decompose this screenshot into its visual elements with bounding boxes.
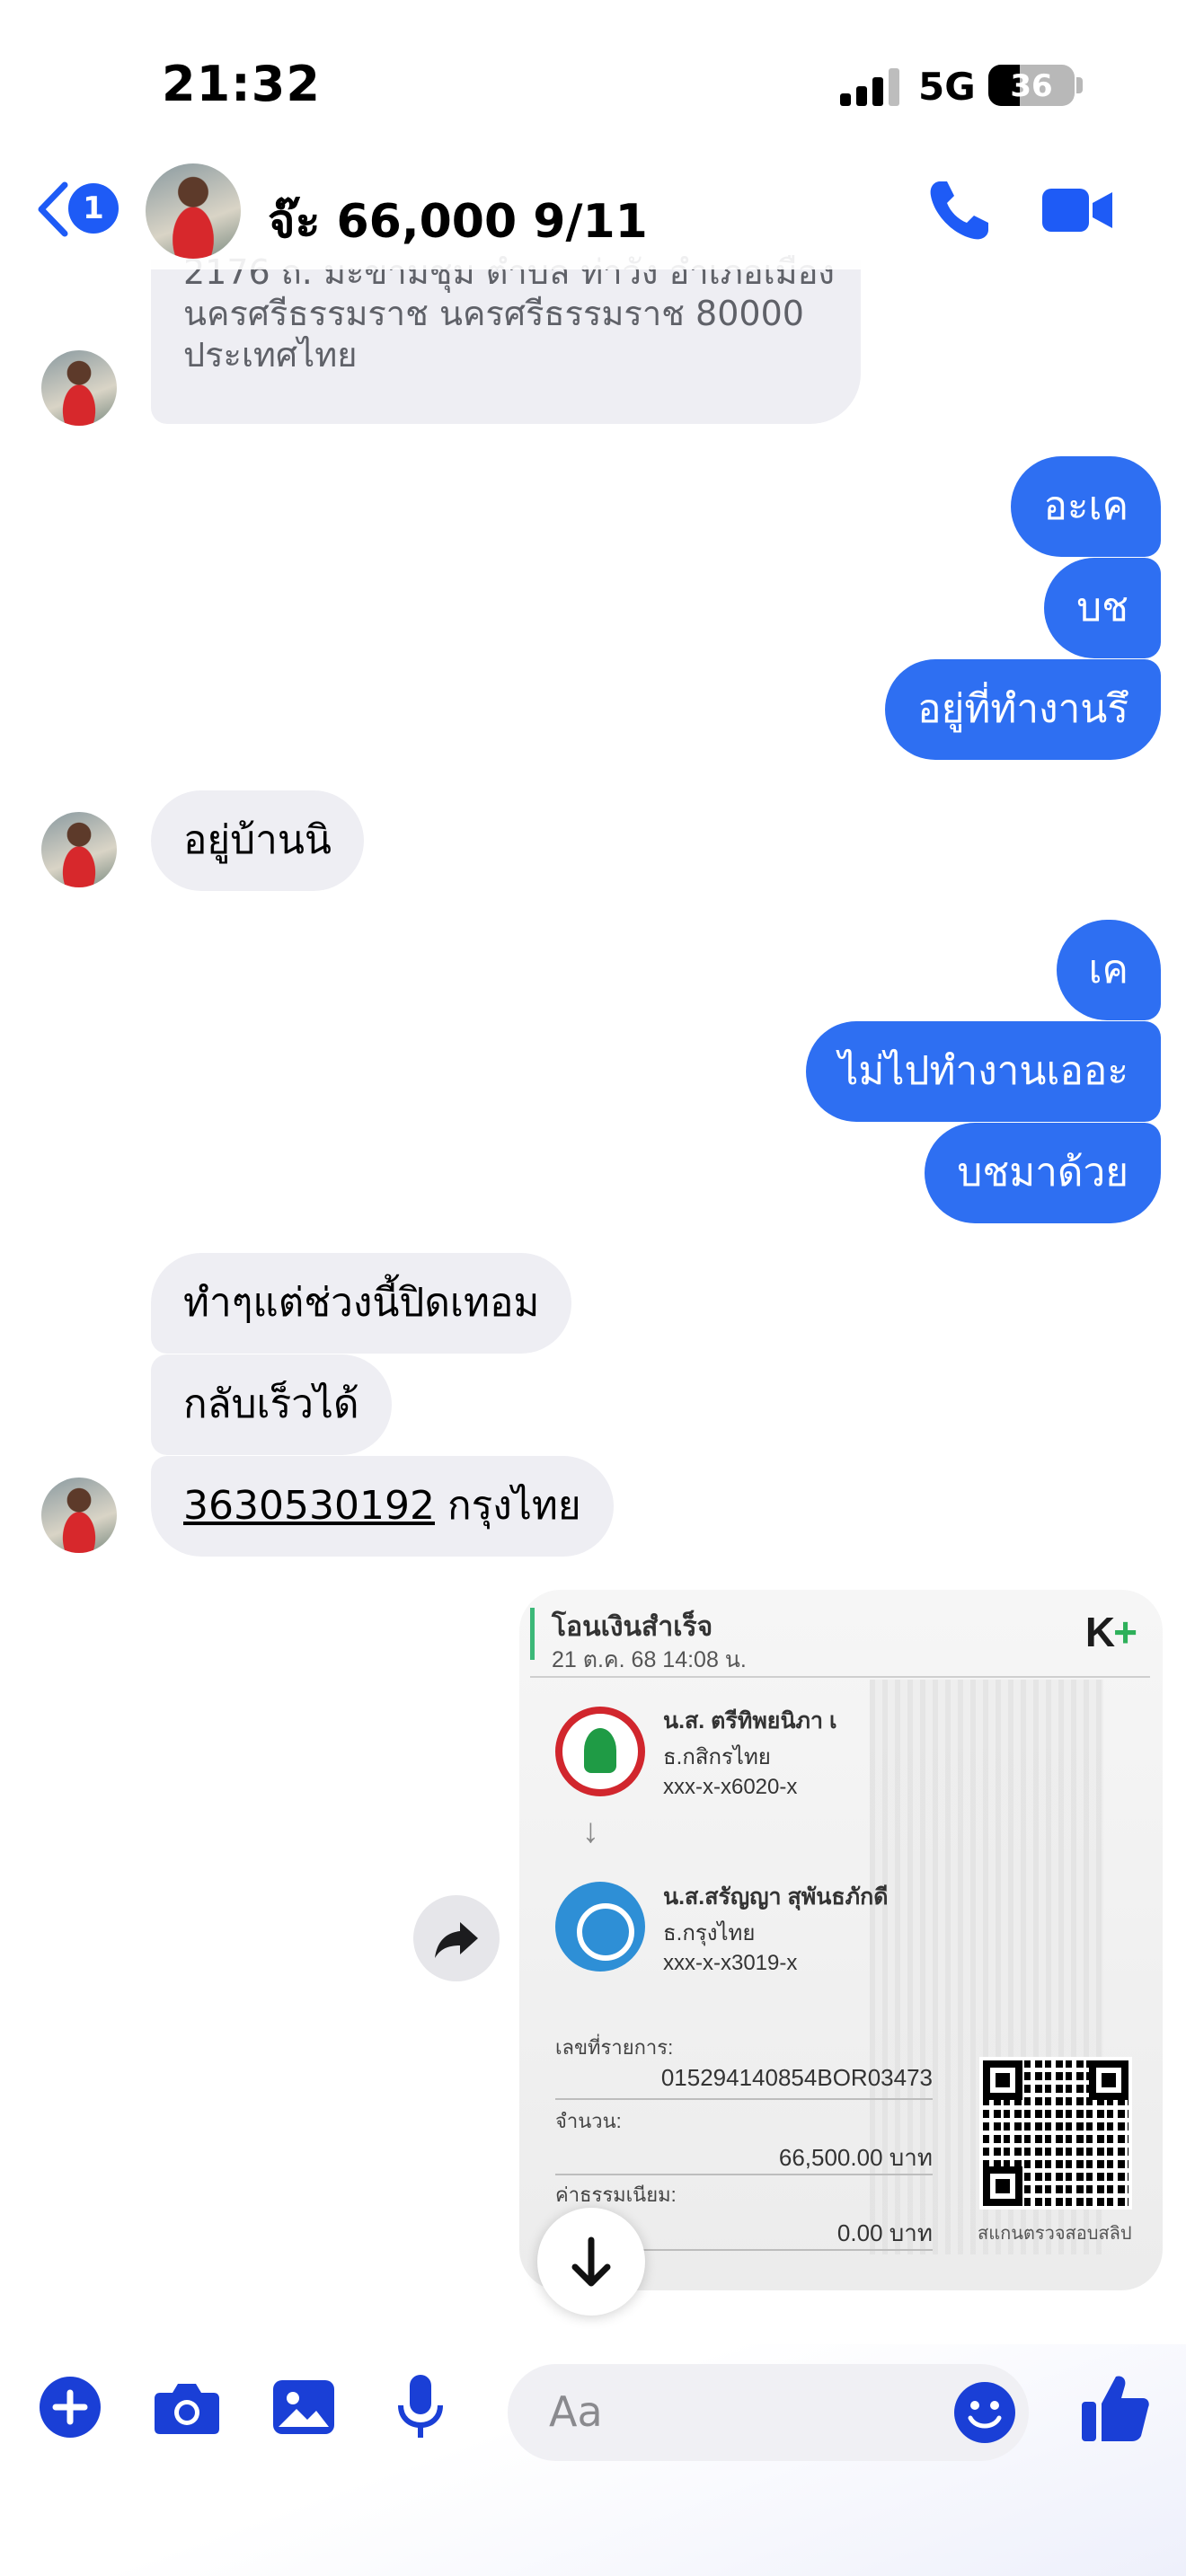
photo-gallery-icon[interactable] — [268, 2371, 340, 2443]
battery-cap — [1076, 77, 1083, 93]
arrow-down-icon: ↓ — [582, 1813, 599, 1850]
sender-account: xxx-x-x6020-x — [663, 1775, 798, 1799]
header-avatar[interactable] — [146, 163, 241, 259]
sender-name: น.ส. ตรีทิพยนิภา เ — [663, 1708, 837, 1734]
status-time: 21:32 — [162, 56, 321, 112]
incoming-message[interactable]: ทำๆแต่ช่วงนี้ปิดเทอม — [151, 1253, 572, 1354]
share-arrow-icon — [435, 1922, 478, 1958]
phone-call-icon[interactable] — [925, 176, 994, 244]
camera-icon[interactable] — [151, 2371, 223, 2443]
microphone-icon[interactable] — [385, 2371, 456, 2443]
slip-title-accent — [530, 1608, 535, 1660]
receiver-name: น.ส.สรัญญา สุพันธภักดี — [663, 1884, 889, 1910]
emoji-icon[interactable] — [951, 2378, 1019, 2447]
conversation-title[interactable]: จ๊ะ 66,000 9/11 — [268, 183, 648, 258]
slip-rule — [555, 2098, 933, 2100]
video-call-icon[interactable] — [1042, 185, 1114, 235]
back-chevron-icon[interactable] — [32, 180, 72, 239]
account-number-link[interactable]: 3630530192 — [183, 1483, 435, 1529]
amount-value: 66,500.00 บาท — [778, 2144, 933, 2171]
incoming-message[interactable]: กลับเร็วได้ — [151, 1354, 392, 1455]
reference-value: 015294140854BOR03473 — [660, 2064, 933, 2091]
address-line: นครศรีธรรมราช นครศรีธรรมราช 80000 — [183, 294, 804, 333]
slip-rule — [555, 2174, 933, 2175]
battery-level: 36 — [1010, 68, 1053, 104]
network-label: 5G — [918, 65, 976, 109]
sender-bank: ธ.กสิกรไทย — [663, 1745, 771, 1769]
kplus-logo: K+ — [1084, 1609, 1137, 1655]
contact-avatar[interactable] — [41, 812, 117, 887]
incoming-message[interactable]: อยู่บ้านนิ — [151, 790, 364, 891]
bank-name: กรุงไทย — [434, 1483, 581, 1529]
outgoing-message[interactable]: บช — [1044, 558, 1161, 658]
receiver-account: xxx-x-x3019-x — [663, 1951, 798, 1975]
outgoing-message[interactable]: อยู่ที่ทำงานรึ — [885, 659, 1161, 760]
incoming-message-address[interactable]: 2176 ถ. มะขามชุม ตำบล ท่าวัง อำเภอเมือง … — [151, 252, 861, 424]
incoming-message-account[interactable]: 3630530192 กรุงไทย — [151, 1456, 614, 1557]
battery-icon: 36 — [988, 65, 1075, 106]
outgoing-message[interactable]: อะเค — [1011, 456, 1161, 557]
plus-icon[interactable] — [34, 2371, 106, 2443]
arrow-down-icon — [571, 2236, 611, 2287]
contact-avatar[interactable] — [41, 350, 117, 426]
slip-divider — [530, 1676, 1150, 1678]
slip-date: 21 ต.ค. 68 14:08 น. — [552, 1647, 747, 1672]
receiver-bank: ธ.กรุงไทย — [663, 1921, 756, 1945]
kasikorn-bank-icon — [555, 1707, 645, 1796]
contact-avatar[interactable] — [41, 1478, 117, 1553]
signal-icon — [840, 66, 899, 106]
outgoing-message[interactable]: ไม่ไปทำงานเออะ — [806, 1021, 1161, 1122]
krungthai-bank-icon — [555, 1882, 645, 1972]
transfer-slip-image[interactable]: โอนเงินสำเร็จ 21 ต.ค. 68 14:08 น. K+ น.ส… — [519, 1590, 1163, 2290]
amount-label: จำนวน: — [555, 2110, 622, 2132]
qr-caption: สแกนตรวจสอบสลิป — [978, 2224, 1132, 2244]
fee-label: ค่าธรรมเนียม: — [555, 2183, 677, 2206]
outgoing-message[interactable]: เค — [1056, 920, 1161, 1020]
scroll-to-bottom-button[interactable] — [537, 2208, 645, 2316]
qr-code — [979, 2057, 1132, 2210]
reference-label: เลขที่รายการ: — [555, 2036, 674, 2059]
address-line: ประเทศไทย — [183, 335, 358, 375]
outgoing-message[interactable]: บชมาด้วย — [925, 1123, 1161, 1223]
unread-count-badge[interactable]: 1 — [68, 183, 119, 234]
forward-button[interactable] — [413, 1895, 500, 1981]
thumbs-up-icon[interactable] — [1078, 2371, 1152, 2445]
